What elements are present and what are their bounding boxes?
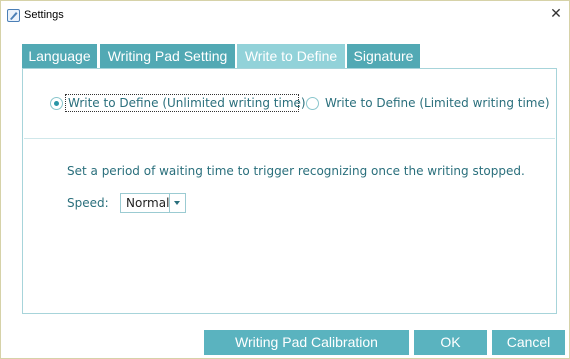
speed-dropdown[interactable]: Normal	[120, 193, 186, 213]
window-title: Settings	[24, 9, 64, 21]
speed-value: Normal	[126, 196, 170, 210]
close-button[interactable]: ✕	[548, 6, 564, 22]
tab-write-to-define[interactable]: Write to Define	[237, 44, 345, 68]
unlimited-time-label[interactable]: Write to Define (Unlimited writing time)	[68, 96, 306, 110]
unlimited-time-radio[interactable]	[50, 97, 63, 110]
section-divider	[24, 138, 555, 139]
limited-time-radio[interactable]	[306, 97, 319, 110]
speed-label: Speed:	[67, 196, 109, 210]
dropdown-arrow-button[interactable]	[169, 194, 185, 212]
settings-pen-icon	[7, 9, 20, 22]
radio-selected-dot	[54, 101, 59, 106]
title-bar: Settings ✕	[0, 0, 570, 30]
limited-time-label[interactable]: Write to Define (Limited writing time)	[325, 96, 550, 110]
writing-pad-calibration-button[interactable]: Writing Pad Calibration	[204, 330, 409, 355]
waiting-time-description: Set a period of waiting time to trigger …	[67, 164, 525, 178]
tab-signature[interactable]: Signature	[347, 44, 420, 68]
chevron-down-icon	[174, 201, 180, 205]
tab-writing-pad-setting[interactable]: Writing Pad Setting	[100, 44, 235, 68]
tab-language[interactable]: Language	[22, 44, 97, 68]
cancel-button[interactable]: Cancel	[492, 330, 565, 355]
ok-button[interactable]: OK	[414, 330, 487, 355]
